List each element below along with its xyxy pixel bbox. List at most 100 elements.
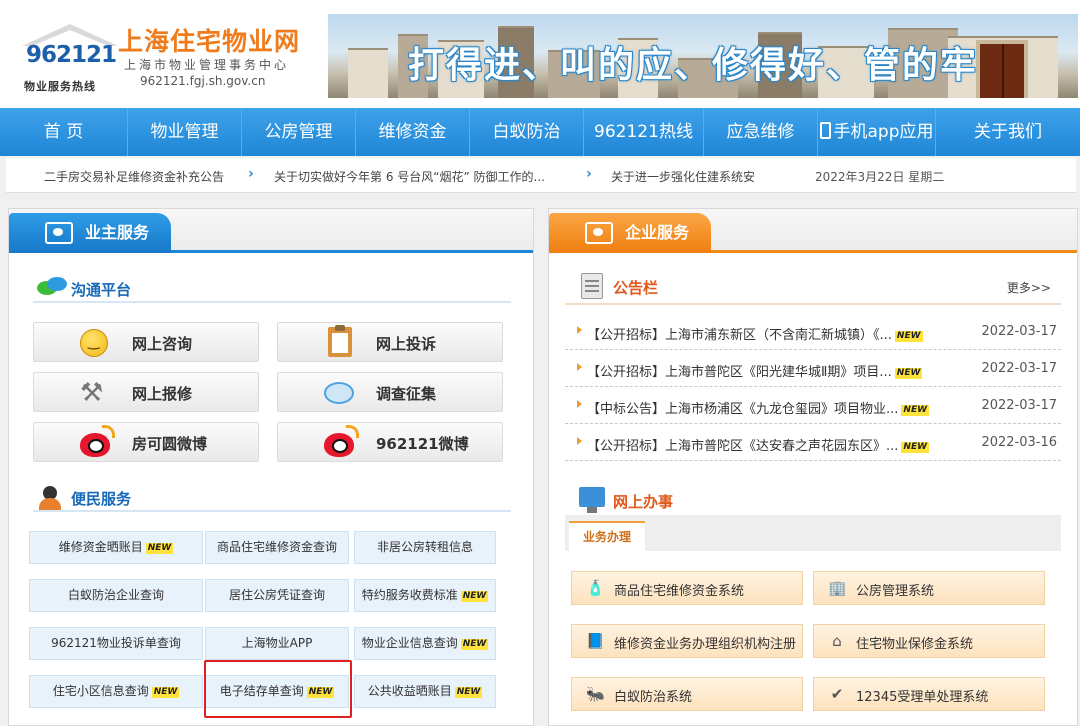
- convenience-service-button[interactable]: 公共收益晒账目 NEW: [354, 675, 496, 708]
- bullet-icon: [577, 437, 582, 445]
- notice-item[interactable]: 【公开招标】上海市普陀区《达安春之声花园东区》... NEW 2022-03-16: [565, 424, 1061, 461]
- notice-board-title: 公告栏: [613, 279, 659, 297]
- online-complaint-button[interactable]: 网上投诉: [277, 322, 503, 362]
- site-header: 962121 物业服务热线 上海住宅物业网 上海市物业管理事务中心 962121…: [0, 0, 1080, 108]
- convenience-service-button[interactable]: 商品住宅维修资金查询: [205, 531, 349, 564]
- survey-button[interactable]: 调查征集: [277, 372, 503, 412]
- convenience-service-button[interactable]: 白蚁防治企业查询: [29, 579, 203, 612]
- system-link-button[interactable]: 🏢 公房管理系统: [813, 571, 1045, 605]
- header-banner: 打得进、叫的应、修得好、管的牢: [328, 14, 1078, 98]
- mobile-phone-icon: [819, 122, 831, 139]
- bullet-icon: [577, 326, 582, 334]
- person-icon: [37, 486, 65, 510]
- news-ticker: 二手房交易补足维修资金补充公告 › 关于切实做好今年第 6 号台风“烟花” 防御…: [6, 158, 1076, 193]
- tab-business[interactable]: 业务办理: [569, 521, 645, 551]
- nav-item[interactable]: 962121热线: [584, 108, 704, 156]
- new-badge: NEW: [901, 442, 930, 453]
- ticker-item[interactable]: 关于切实做好今年第 6 号台风“烟花” 防御工作的...: [274, 168, 545, 185]
- owner-icon: [45, 222, 73, 244]
- notice-date: 2022-03-17: [981, 398, 1057, 413]
- system-link-button[interactable]: ✔ 12345受理单处理系统: [813, 677, 1045, 711]
- section-communication: 沟通平台: [33, 275, 511, 303]
- logo-number: 962121: [26, 42, 117, 68]
- section-title: 沟通平台: [71, 281, 132, 299]
- convenience-service-button[interactable]: 非居公房转租信息: [354, 531, 496, 564]
- section-title: 便民服务: [71, 490, 132, 508]
- book-icon: 📘: [586, 632, 605, 650]
- bullet-icon: [577, 363, 582, 371]
- convenience-service-button[interactable]: 住宅小区信息查询 NEW: [29, 675, 203, 708]
- site-url: 962121.fgj.sh.gov.cn: [140, 74, 266, 88]
- notice-item[interactable]: 【公开招标】上海市浦东新区（不含南汇新城镇）《... NEW 2022-03-17: [565, 313, 1061, 350]
- enterprise-service-panel: 企业服务 公告栏 更多>> 【公开招标】上海市浦东新区（不含南汇新城镇）《...…: [548, 208, 1078, 726]
- weibo-icon: [80, 425, 115, 457]
- new-badge: NEW: [454, 687, 483, 698]
- convenience-service-button[interactable]: 特约服务收费标准 NEW: [354, 579, 496, 612]
- notice-date: 2022-03-16: [981, 435, 1057, 450]
- section-convenience: 便民服务: [33, 484, 511, 512]
- chevron-right-icon: ›: [248, 166, 254, 182]
- nav-item[interactable]: 公房管理: [242, 108, 356, 156]
- new-badge: NEW: [460, 639, 489, 650]
- tab-owner-service[interactable]: 业主服务: [9, 213, 171, 253]
- door-image: [976, 40, 1028, 98]
- convenience-service-button[interactable]: 上海物业APP: [205, 627, 349, 660]
- online-consult-button[interactable]: 网上咨询: [33, 322, 259, 362]
- main-nav: 首 页物业管理 公房管理 维修资金 白蚁防治 962121热线 应急维修 手机app应用 关于…: [0, 108, 1080, 156]
- smiley-icon: [80, 329, 108, 357]
- logo-hotline: 物业服务热线: [24, 80, 96, 93]
- new-badge: NEW: [460, 591, 489, 602]
- hammer-icon: ⚒: [80, 378, 104, 408]
- notice-board-icon: [581, 273, 603, 299]
- system-link-button[interactable]: 📘 维修资金业务办理组织机构注册: [571, 624, 803, 658]
- nav-item[interactable]: 白蚁防治: [470, 108, 584, 156]
- site-logo[interactable]: 962121 物业服务热线 上海住宅物业网 上海市物业管理事务中心 962121…: [8, 14, 320, 94]
- convenience-service-button[interactable]: 居住公房凭证查询: [205, 579, 349, 612]
- termite-icon: 🐜: [586, 685, 605, 703]
- online-repair-button[interactable]: ⚒ 网上报修: [33, 372, 259, 412]
- owner-service-panel: 业主服务 沟通平台 网上咨询 网上投诉 ⚒ 网上报修 调查征集 房可圆微博 96…: [8, 208, 534, 726]
- new-badge: NEW: [901, 405, 930, 416]
- nav-item[interactable]: 维修资金: [356, 108, 470, 156]
- system-link-button[interactable]: 🧴 商品住宅维修资金系统: [571, 571, 803, 605]
- site-subtitle: 上海市物业管理事务中心: [124, 58, 290, 72]
- check-icon: ✔: [830, 685, 844, 703]
- ticker-item[interactable]: 关于进一步强化住建系统安: [611, 168, 755, 185]
- online-office-header: 网上办事: [565, 485, 1061, 515]
- buildings-icon: 🏢: [828, 579, 847, 597]
- business-tabs: 业务办理: [565, 515, 1061, 551]
- weibo-icon: [324, 425, 359, 457]
- notice-board-header: 公告栏 更多>>: [565, 269, 1061, 305]
- hotline-weibo-button[interactable]: 962121微博: [277, 422, 503, 462]
- tab-label: 企业服务: [625, 223, 690, 242]
- nav-item[interactable]: 关于我们: [936, 108, 1080, 156]
- highlight-box: [204, 660, 352, 718]
- logo-mark: 962121 物业服务热线: [14, 20, 118, 93]
- new-badge: NEW: [151, 687, 180, 698]
- nav-item[interactable]: 手机app应用: [818, 108, 936, 156]
- notice-item[interactable]: 【公开招标】上海市普陀区《阳光建华城Ⅱ期》项目... NEW 2022-03-17: [565, 350, 1061, 387]
- ticker-item[interactable]: 二手房交易补足维修资金补充公告: [44, 168, 224, 185]
- new-badge: NEW: [894, 368, 923, 379]
- bottle-icon: 🧴: [586, 579, 605, 597]
- bullet-icon: [577, 400, 582, 408]
- tab-label: 业主服务: [85, 223, 150, 242]
- chat-icon: [324, 382, 354, 404]
- system-link-button[interactable]: 🐜 白蚁防治系统: [571, 677, 803, 711]
- nav-item[interactable]: 应急维修: [704, 108, 818, 156]
- convenience-service-button[interactable]: 维修资金晒账目 NEW: [29, 531, 203, 564]
- fangkeyuan-weibo-button[interactable]: 房可圆微博: [33, 422, 259, 462]
- clipboard-icon: [328, 325, 352, 357]
- notice-item[interactable]: 【中标公告】上海市杨浦区《九龙仓玺园》项目物业... NEW 2022-03-17: [565, 387, 1061, 424]
- tab-enterprise-service[interactable]: 企业服务: [549, 213, 711, 253]
- more-link[interactable]: 更多>>: [1007, 279, 1051, 296]
- nav-item[interactable]: 物业管理: [128, 108, 242, 156]
- new-badge: NEW: [145, 543, 174, 554]
- convenience-service-button[interactable]: 物业企业信息查询 NEW: [354, 627, 496, 660]
- nav-item[interactable]: 首 页: [0, 108, 128, 156]
- chevron-right-icon: ›: [586, 166, 592, 182]
- current-date: 2022年3月22日 星期二: [815, 170, 945, 184]
- system-link-button[interactable]: ⌂ 住宅物业保修金系统: [813, 624, 1045, 658]
- convenience-service-button[interactable]: 962121物业投诉单查询: [29, 627, 203, 660]
- notice-date: 2022-03-17: [981, 324, 1057, 339]
